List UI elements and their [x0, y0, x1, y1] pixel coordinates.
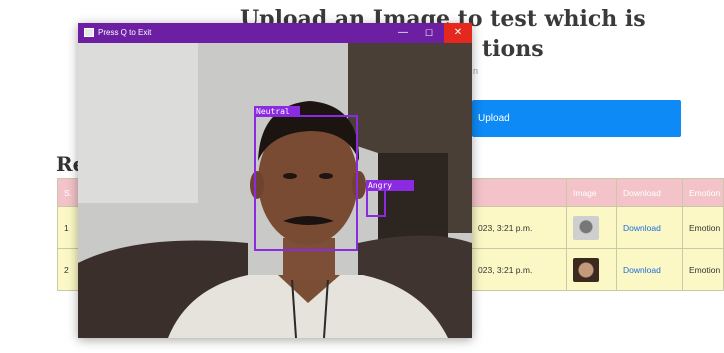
header-date — [471, 178, 567, 207]
row-image — [566, 206, 617, 249]
camera-window-titlebar[interactable]: Press Q to Exit — ☐ ✕ — [78, 23, 472, 43]
face-thumbnail[interactable] — [573, 215, 599, 240]
light-area — [78, 43, 198, 203]
camera-feed: Neutral Angry — [78, 43, 472, 338]
minimize-button[interactable]: — — [390, 23, 416, 43]
row-sno: 1 — [57, 206, 80, 249]
emotion-label-neutral: Neutral — [254, 106, 300, 117]
emotion-label-angry: Angry — [366, 180, 414, 191]
row-emotion: Emotion — [682, 248, 724, 291]
camera-window[interactable]: Press Q to Exit — ☐ ✕ Neutral Angry — [78, 23, 472, 338]
page-subtext: n — [473, 66, 479, 76]
face-detection-box-neutral — [254, 115, 358, 251]
header-image: Image — [566, 178, 617, 207]
row-image — [566, 248, 617, 291]
face-thumbnail[interactable] — [573, 257, 599, 282]
face-detection-box-angry — [366, 187, 386, 217]
header-download: Download — [616, 178, 683, 207]
page-heading-line2: tions — [482, 36, 544, 62]
doorway-inner — [378, 153, 448, 243]
download-link[interactable]: Download — [623, 223, 661, 233]
row-sno: 2 — [57, 248, 80, 291]
close-button[interactable]: ✕ — [444, 23, 472, 43]
app-window-icon — [84, 28, 94, 37]
row-download: Download — [616, 206, 683, 249]
camera-window-title: Press Q to Exit — [98, 28, 152, 37]
upload-button[interactable]: Upload — [472, 100, 681, 137]
download-link[interactable]: Download — [623, 265, 661, 275]
row-emotion: Emotion — [682, 206, 724, 249]
header-sno: S. — [57, 178, 80, 207]
maximize-button[interactable]: ☐ — [416, 23, 442, 43]
row-download: Download — [616, 248, 683, 291]
row-date: 023, 3:21 p.m. — [471, 248, 567, 291]
header-emotion: Emotion — [682, 178, 724, 207]
row-date: 023, 3:21 p.m. — [471, 206, 567, 249]
